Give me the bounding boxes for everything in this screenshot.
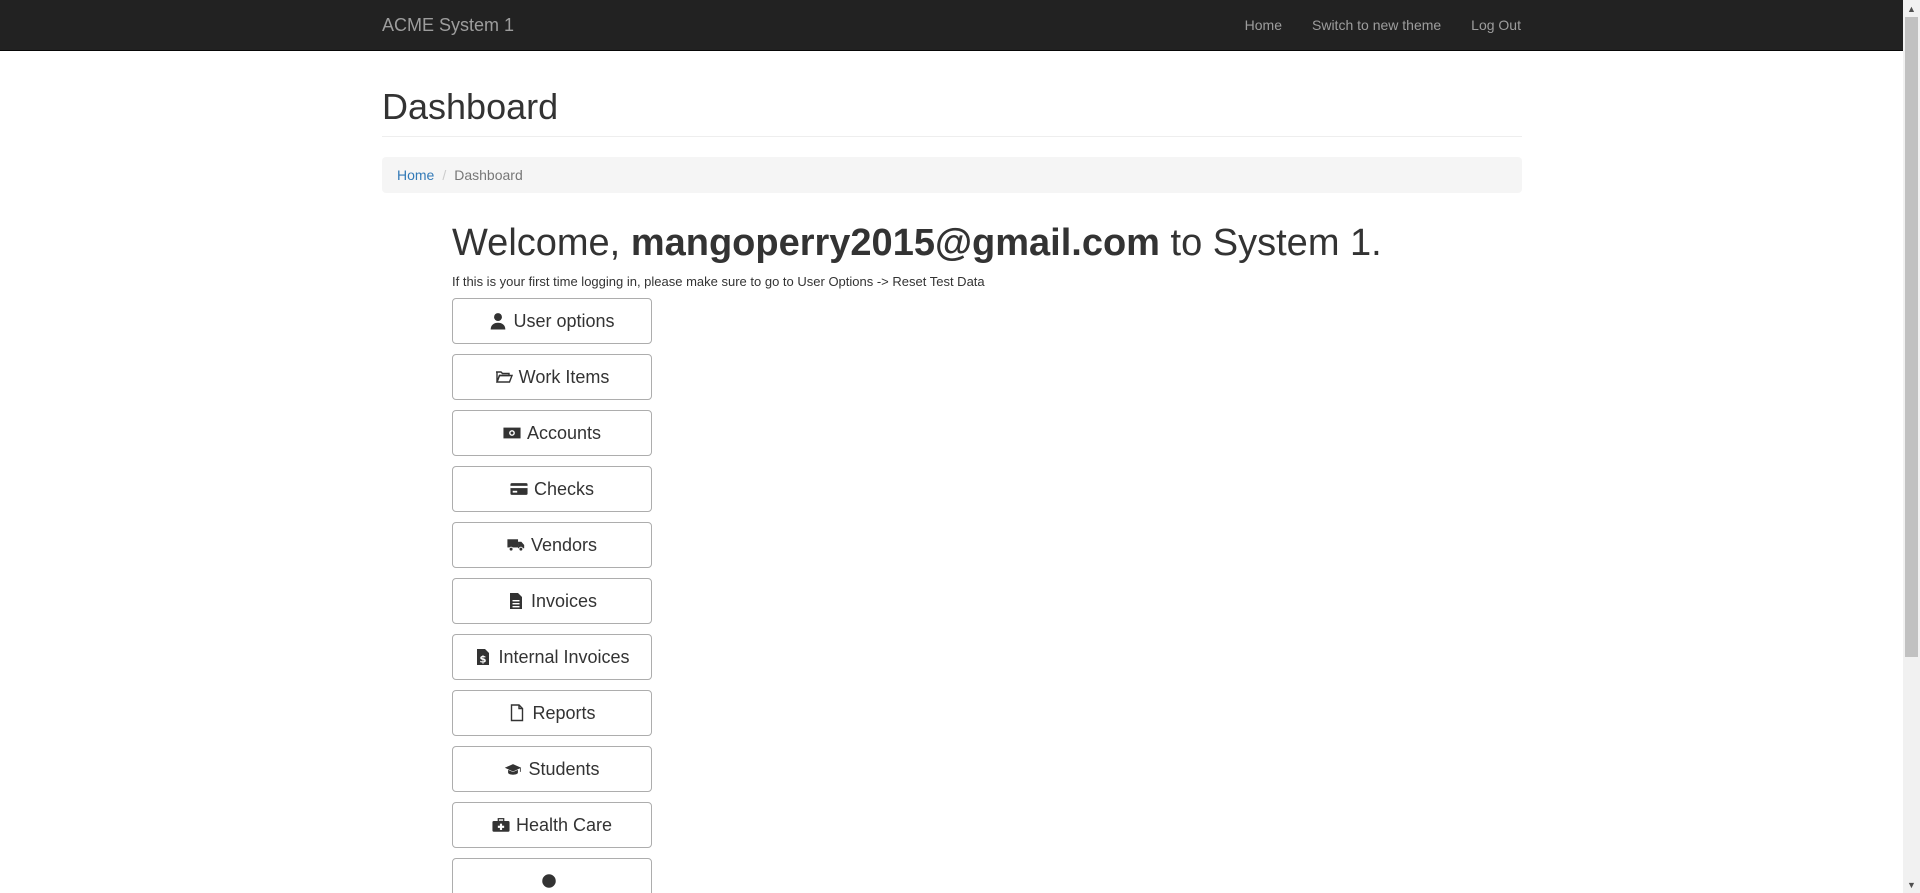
user-options-label: User options <box>513 310 615 331</box>
folder-open-icon <box>495 368 513 386</box>
dashboard-menu: User options Work Items Accounts Checks … <box>452 298 1522 893</box>
nav-logout-link[interactable]: Log Out <box>1471 0 1521 50</box>
graduation-cap-icon <box>504 760 522 778</box>
internal-invoices-label: Internal Invoices <box>498 646 630 667</box>
work-items-label: Work Items <box>518 366 610 387</box>
welcome-prefix: Welcome, <box>452 221 621 264</box>
scroll-thumb[interactable] <box>1905 17 1918 657</box>
vendors-label: Vendors <box>530 534 598 555</box>
medkit-icon <box>492 816 510 834</box>
scroll-down-arrow-icon[interactable]: ▼ <box>1903 876 1920 893</box>
breadcrumb-separator: / <box>442 166 447 183</box>
file-text-icon <box>507 592 525 610</box>
breadcrumb-home-link[interactable]: Home <box>397 165 434 185</box>
accounts-button[interactable]: Accounts <box>452 410 652 457</box>
file-dollar-icon: $ <box>474 648 492 666</box>
user-email: mangoperry2015@gmail.com <box>630 221 1160 264</box>
svg-text:$: $ <box>480 655 487 666</box>
main-container: Dashboard Home / Dashboard Welcome, mang… <box>382 50 1522 893</box>
first-login-note: If this is your first time logging in, p… <box>452 274 985 290</box>
next-menu-button[interactable] <box>452 858 652 893</box>
partial-icon <box>540 872 558 890</box>
students-label: Students <box>528 758 600 779</box>
brand-link[interactable]: ACME System 1 <box>382 0 514 50</box>
welcome-suffix: to System 1. <box>1170 221 1382 264</box>
health-care-button[interactable]: Health Care <box>452 802 652 849</box>
vertical-scrollbar[interactable]: ▲ ▼ <box>1903 0 1920 893</box>
welcome-heading: Welcome, mangoperry2015@gmail.com to Sys… <box>452 221 1522 265</box>
nav-links: Home Switch to new theme Log Out <box>1245 0 1521 50</box>
user-options-button[interactable]: User options <box>452 298 652 345</box>
checks-button[interactable]: Checks <box>452 466 652 513</box>
work-items-button[interactable]: Work Items <box>452 354 652 401</box>
page-title: Dashboard <box>382 86 559 127</box>
file-o-icon <box>508 704 526 722</box>
vendors-button[interactable]: Vendors <box>452 522 652 569</box>
top-navbar: ACME System 1 Home Switch to new theme L… <box>0 0 1903 51</box>
nav-home-link[interactable]: Home <box>1245 0 1282 50</box>
students-button[interactable]: Students <box>452 746 652 793</box>
money-icon <box>503 424 521 442</box>
health-care-label: Health Care <box>515 814 613 835</box>
user-icon <box>489 312 507 330</box>
reports-label: Reports <box>532 702 596 723</box>
scroll-up-arrow-icon[interactable]: ▲ <box>1903 0 1920 17</box>
internal-invoices-button[interactable]: $ Internal Invoices <box>452 634 652 681</box>
breadcrumb: Home / Dashboard <box>382 156 1522 193</box>
invoices-button[interactable]: Invoices <box>452 578 652 625</box>
reports-button[interactable]: Reports <box>452 690 652 737</box>
page: ACME System 1 Home Switch to new theme L… <box>0 0 1920 893</box>
breadcrumb-current: Dashboard <box>454 166 523 183</box>
dashboard-content: Welcome, mangoperry2015@gmail.com to Sys… <box>452 221 1522 893</box>
truck-icon <box>507 536 525 554</box>
page-header: Dashboard <box>382 87 1522 137</box>
nav-switch-theme-link[interactable]: Switch to new theme <box>1312 0 1441 50</box>
accounts-label: Accounts <box>526 422 602 443</box>
invoices-label: Invoices <box>530 590 598 611</box>
checks-label: Checks <box>533 478 595 499</box>
credit-card-icon <box>510 480 528 498</box>
